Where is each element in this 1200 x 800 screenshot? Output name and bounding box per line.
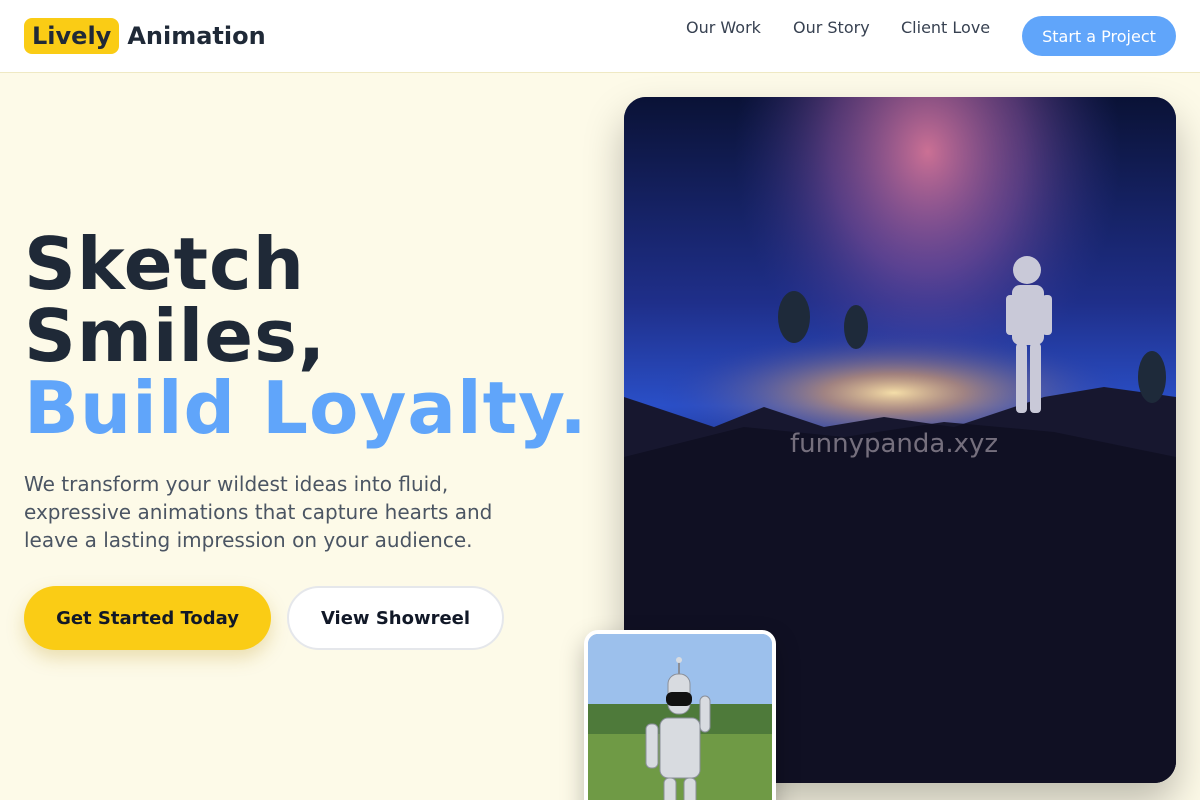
hero-headline: Sketch Smiles, Build Loyalty.: [24, 228, 588, 444]
logo[interactable]: Lively Animation: [24, 17, 266, 54]
nav-link-our-story[interactable]: Our Story: [793, 18, 870, 37]
headline-accent: Build Loyalty.: [24, 366, 588, 450]
hero-description: We transform your wildest ideas into flu…: [24, 472, 493, 552]
get-started-button[interactable]: Get Started Today: [24, 586, 271, 650]
view-showreel-button[interactable]: View Showreel: [287, 586, 504, 650]
image-watermark: funnypanda.xyz: [790, 429, 999, 459]
nav-link-our-work[interactable]: Our Work: [686, 18, 761, 37]
robot-scene: [588, 634, 772, 800]
nav-link-client-love[interactable]: Client Love: [901, 18, 990, 37]
logo-badge: Lively: [24, 17, 120, 54]
start-project-button[interactable]: Start a Project: [1022, 16, 1176, 56]
thumbnail-image-robot: [584, 630, 776, 800]
site-header: Lively Animation Our Work Our Story Clie…: [0, 0, 1200, 73]
logo-text: Animation: [127, 21, 266, 50]
